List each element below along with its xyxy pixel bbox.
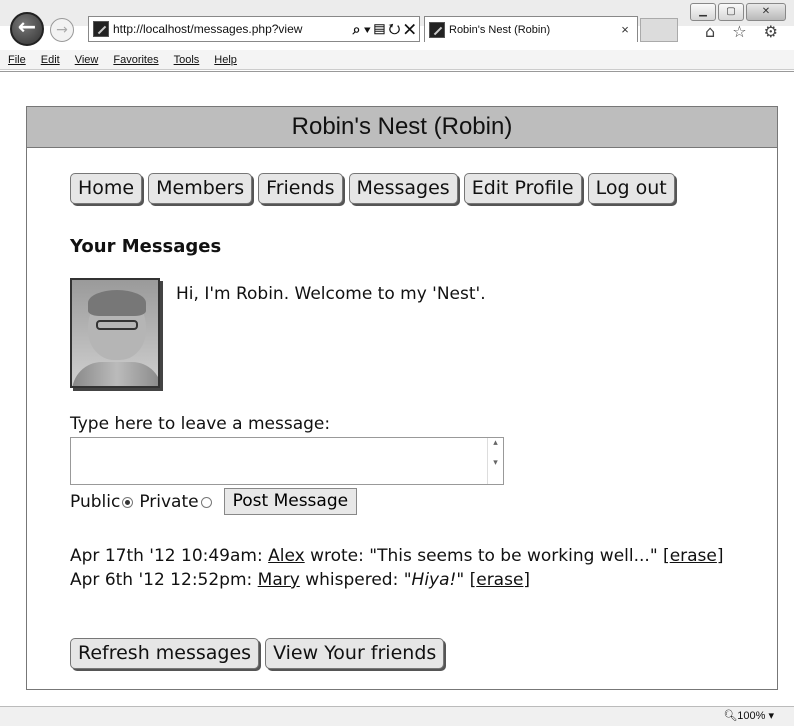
menu-help[interactable]: Help <box>214 54 237 66</box>
members-button[interactable]: Members <box>148 173 253 204</box>
message-list: Apr 17th '12 10:49am: Alex wrote: "This … <box>70 544 750 592</box>
message-item: Apr 6th '12 12:52pm: Mary whispered: "Hi… <box>70 570 531 590</box>
tab-favicon-icon <box>429 21 445 38</box>
message-prompt-label: Type here to leave a message: <box>70 414 331 434</box>
menu-edit[interactable]: Edit <box>41 54 60 66</box>
profile-text: Hi, I'm Robin. Welcome to my 'Nest'. <box>176 284 486 304</box>
friends-button[interactable]: Friends <box>258 173 343 204</box>
public-label: Public <box>70 491 121 512</box>
menu-file[interactable]: File <box>8 54 26 66</box>
message-verb: whispered: <box>305 570 399 590</box>
message-text: "Hiya!" <box>403 570 465 590</box>
erase-link[interactable]: erase <box>476 570 523 590</box>
refresh-messages-button[interactable]: Refresh messages <box>70 638 260 669</box>
forward-arrow-icon[interactable]: → <box>50 18 74 42</box>
messages-button[interactable]: Messages <box>348 173 458 204</box>
menu-bar: File Edit View Favorites Tools Help <box>0 50 794 70</box>
textarea-scrollbar[interactable]: ▴ ▾ <box>487 438 503 484</box>
view-friends-button[interactable]: View Your friends <box>265 638 445 669</box>
address-tools-icons[interactable]: ⌕ ▾ ▤ ↻ ✕ <box>349 21 419 38</box>
private-radio[interactable] <box>200 497 212 508</box>
back-arrow-icon[interactable]: ← <box>10 12 44 46</box>
message-time: Apr 6th '12 12:52pm: <box>70 570 253 590</box>
browser-navbar: ← → http://localhost/messages.php?view ⌕… <box>0 8 794 50</box>
menu-favorites[interactable]: Favorites <box>113 54 158 66</box>
menu-view[interactable]: View <box>75 54 99 66</box>
erase-link[interactable]: erase <box>670 546 717 566</box>
status-bar: 🔍︎100% ▾ <box>0 706 794 726</box>
home-button[interactable]: Home <box>70 173 143 204</box>
photo-shirt <box>72 362 158 386</box>
message-verb: wrote: <box>310 546 364 566</box>
edit-profile-button[interactable]: Edit Profile <box>463 173 582 204</box>
message-item: Apr 17th '12 10:49am: Alex wrote: "This … <box>70 546 724 566</box>
url-text[interactable]: http://localhost/messages.php?view <box>113 22 349 36</box>
messages-heading: Your Messages <box>70 236 222 257</box>
tab-close-icon[interactable]: × <box>613 22 637 37</box>
message-author-link[interactable]: Alex <box>268 546 305 566</box>
site-nav: Home Members Friends Messages Edit Profi… <box>70 173 675 204</box>
message-textarea[interactable]: ▴ ▾ <box>70 437 504 485</box>
zoom-level[interactable]: 🔍︎100% ▾ <box>723 710 774 722</box>
private-label: Private <box>139 491 199 512</box>
message-time: Apr 17th '12 10:49am: <box>70 546 263 566</box>
photo-hair <box>88 290 146 316</box>
page-title: Robin's Nest (Robin) <box>26 106 778 148</box>
post-message-button[interactable]: Post Message <box>223 488 358 515</box>
message-text: "This seems to be working well..." <box>369 546 658 566</box>
visibility-options: Public Private Post Message <box>70 488 358 515</box>
browser-tab[interactable]: Robin's Nest (Robin) × <box>424 16 638 42</box>
new-tab-button[interactable] <box>640 18 678 42</box>
menu-tools[interactable]: Tools <box>174 54 200 66</box>
favicon-icon <box>93 21 109 37</box>
message-actions: Refresh messages View Your friends <box>70 638 445 669</box>
photo-glasses <box>96 320 138 330</box>
profile-photo <box>70 278 160 388</box>
address-bar[interactable]: http://localhost/messages.php?view ⌕ ▾ ▤… <box>88 16 420 42</box>
logout-button[interactable]: Log out <box>587 173 675 204</box>
page-viewport: Robin's Nest (Robin) <box>0 71 794 705</box>
public-radio[interactable] <box>122 497 134 508</box>
home-favorites-settings-icons[interactable]: ⌂ ☆ ⚙ <box>705 22 784 41</box>
tab-title: Robin's Nest (Robin) <box>449 23 551 36</box>
message-author-link[interactable]: Mary <box>258 570 300 590</box>
